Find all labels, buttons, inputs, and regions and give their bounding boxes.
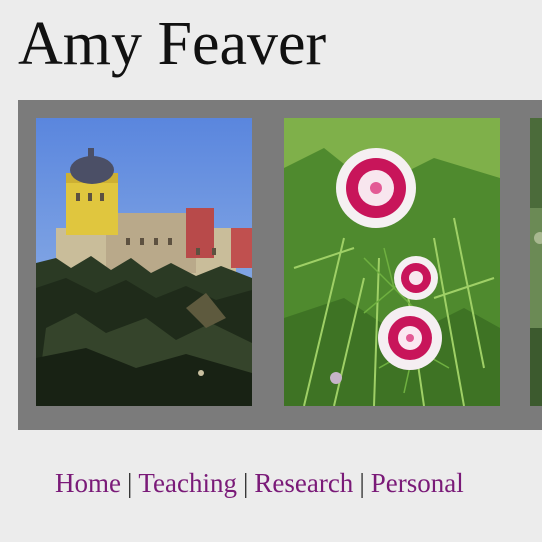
nav-link-research[interactable]: Research [254,468,353,498]
nav-link-home[interactable]: Home [55,468,121,498]
nav-link-teaching[interactable]: Teaching [138,468,237,498]
nav-separator: | [126,468,133,498]
main-nav: Home | Teaching | Research | Personal [55,466,464,500]
nav-link-personal[interactable]: Personal [371,468,464,498]
photo-gallery [18,100,542,430]
garden-photo [530,118,542,406]
nav-separator: | [359,468,365,498]
flower-photo [284,118,500,406]
castle-photo [36,118,252,406]
nav-separator: | [242,468,249,498]
site-title: Amy Feaver [18,10,327,78]
